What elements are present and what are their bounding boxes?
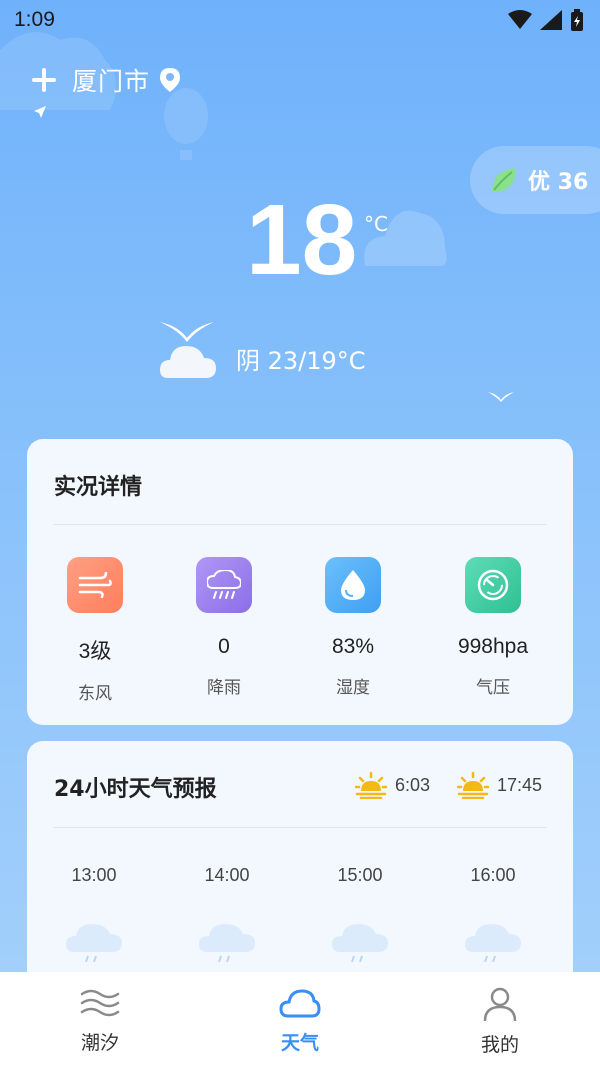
details-card: 实况详情 3级 东风 0 降雨 83% 湿度 998hpa 气压 [27, 439, 573, 725]
rain-cloud-icon [332, 924, 388, 963]
wifi-icon [508, 10, 532, 29]
details-divider [54, 524, 546, 525]
hour-label: 16:00 [470, 865, 516, 885]
forecast-title: 24小时天气预报 [54, 777, 217, 802]
sunrise-group: 6:03 [355, 771, 430, 799]
navigation-arrow-icon [34, 106, 46, 118]
pressure-icon [465, 557, 521, 613]
detail-rain: 0 降雨 [154, 557, 294, 698]
nav-label-weather: 天气 [280, 1032, 319, 1054]
rain-cloud-icon [66, 924, 122, 963]
humidity-icon [325, 557, 381, 613]
condition-row: 阴 23/19°C [160, 336, 366, 380]
cloudy-icon [160, 346, 216, 378]
humidity-label: 湿度 [336, 678, 370, 698]
person-icon [483, 987, 517, 1022]
detail-wind: 3级 东风 [25, 557, 165, 704]
forecast-divider [54, 827, 546, 828]
hour-label: 14:00 [204, 865, 250, 885]
detail-humidity: 83% 湿度 [283, 557, 423, 698]
location-header: 厦门市 [30, 62, 181, 98]
sunset-group: 17:45 [457, 771, 542, 799]
current-temperature: 18 [246, 184, 358, 296]
pressure-value: 998hpa [457, 635, 529, 658]
bird-icon [488, 392, 514, 402]
sunset-icon [457, 771, 489, 799]
detail-pressure: 998hpa 气压 [423, 557, 563, 698]
sunrise-time: 6:03 [395, 774, 431, 795]
rain-label: 降雨 [207, 678, 241, 698]
humidity-value: 83% [331, 635, 375, 658]
nav-label-tide: 潮汐 [80, 1032, 119, 1054]
rain-value: 0 [218, 635, 230, 658]
sunrise-icon [355, 771, 387, 799]
wind-value: 3级 [78, 640, 112, 663]
hour-label: 15:00 [337, 865, 383, 885]
add-city-button[interactable] [30, 66, 58, 94]
rain-icon [196, 557, 252, 613]
rain-cloud-icon [199, 924, 255, 963]
hour-item: 16:00 [433, 865, 553, 966]
details-title: 实况详情 [54, 475, 143, 500]
nav-item-mine[interactable]: 我的 [440, 986, 560, 1057]
leaf-icon [492, 168, 516, 192]
status-icons [508, 9, 584, 31]
hour-label: 13:00 [71, 865, 117, 885]
nav-label-mine: 我的 [480, 1034, 519, 1056]
temperature-unit: °C [364, 212, 388, 236]
nav-item-tide[interactable]: 潮汐 [40, 986, 160, 1055]
hour-item: 13:00 [34, 865, 154, 966]
cloud-icon [279, 989, 321, 1018]
tide-icon [80, 989, 120, 1017]
wind-icon [67, 557, 123, 613]
aqi-label: 优 36 [528, 170, 589, 195]
battery-icon [571, 9, 583, 31]
pressure-label: 气压 [476, 678, 510, 698]
balloon-icon [164, 88, 208, 160]
location-pin-icon [160, 68, 181, 92]
signal-icon [540, 10, 562, 30]
wind-label: 东风 [78, 684, 112, 704]
air-quality-badge[interactable]: 优 36 [470, 146, 600, 214]
bottom-nav: 潮汐 天气 我的 [0, 972, 600, 1066]
rain-cloud-icon [465, 924, 521, 963]
condition-text: 阴 23/19°C [236, 346, 366, 375]
city-name[interactable]: 厦门市 [72, 62, 150, 98]
hour-item: 15:00 [300, 865, 420, 966]
hour-item: 14:00 [167, 865, 287, 966]
nav-item-weather[interactable]: 天气 [240, 986, 360, 1055]
sunset-time: 17:45 [497, 774, 543, 795]
